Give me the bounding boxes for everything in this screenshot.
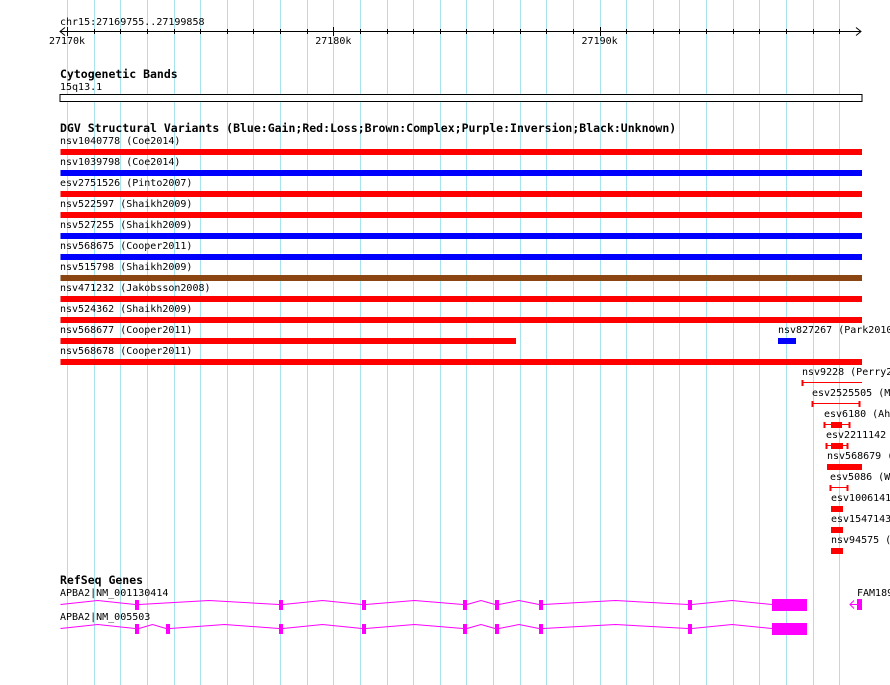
variant-label[interactable]: nsv568675 (Cooper2011) xyxy=(60,241,192,252)
gene-exon[interactable] xyxy=(135,624,140,634)
variant-label[interactable]: esv1547143 xyxy=(831,514,890,525)
variant-bar[interactable] xyxy=(831,527,843,533)
gene-exon[interactable] xyxy=(278,600,283,610)
variant-label[interactable]: nsv568679 ( xyxy=(827,451,890,462)
variant-label[interactable]: esv5086 (W xyxy=(830,472,890,483)
gene-exon[interactable] xyxy=(135,600,140,610)
gene-exon[interactable] xyxy=(166,624,171,634)
variant-label[interactable]: esv2525505 (Mc xyxy=(812,388,890,399)
gene-label[interactable]: APBA2|NM_001130414 xyxy=(60,588,168,599)
variant-label[interactable]: nsv9228 (Perry2 xyxy=(802,367,890,378)
variant-label[interactable]: nsv94575 ( xyxy=(831,535,890,546)
ruler-label: 27190k xyxy=(582,36,618,47)
variant-label[interactable]: nsv1040778 (Coe2014) xyxy=(60,136,180,147)
variant-label[interactable]: nsv471232 (Jakobsson2008) xyxy=(60,283,211,294)
gene-label[interactable]: FAM189 xyxy=(857,588,890,599)
variant-bar[interactable] xyxy=(777,338,796,344)
variant-label[interactable]: nsv827267 (Park2010 xyxy=(778,325,890,336)
variant-thick-block[interactable] xyxy=(831,443,843,449)
variant-label[interactable]: nsv568678 (Cooper2011) xyxy=(60,346,192,357)
gene-exon[interactable] xyxy=(278,624,283,634)
variant-bar[interactable] xyxy=(60,296,863,302)
variant-bar[interactable] xyxy=(831,548,843,554)
dgv-track-title: DGV Structural Variants (Blue:Gain;Red:L… xyxy=(60,121,676,135)
ruler-label: 27180k xyxy=(315,36,351,47)
cytoband-track-title: Cytogenetic Bands xyxy=(60,67,178,81)
variant-bar[interactable] xyxy=(60,191,863,197)
variant-bar[interactable] xyxy=(827,464,862,470)
refseq-track-title: RefSeq Genes xyxy=(60,573,143,587)
variant-bar[interactable] xyxy=(60,338,517,344)
variant-thick-block[interactable] xyxy=(831,422,843,428)
gene-label[interactable]: APBA2|NM_005503 xyxy=(60,612,150,623)
gene-exon[interactable] xyxy=(362,600,367,610)
variant-label[interactable]: esv2211142 xyxy=(826,430,886,441)
variant-bar[interactable] xyxy=(60,359,863,365)
cytoband-bar[interactable] xyxy=(59,94,863,102)
gene-exon[interactable] xyxy=(539,624,544,634)
variant-bar[interactable] xyxy=(60,212,863,218)
gene-exon[interactable] xyxy=(494,624,499,634)
gene-exon[interactable] xyxy=(463,624,468,634)
gene-exon[interactable] xyxy=(494,600,499,610)
variant-bar[interactable] xyxy=(831,506,843,512)
variant-bar[interactable] xyxy=(60,170,863,176)
gene-exon[interactable] xyxy=(688,600,693,610)
strand-arrow-icon xyxy=(849,600,857,609)
gene-exon[interactable] xyxy=(772,623,808,635)
gene-exon[interactable] xyxy=(688,624,693,634)
variant-label[interactable]: nsv524362 (Shaikh2009) xyxy=(60,304,192,315)
variant-label[interactable]: nsv568677 (Cooper2011) xyxy=(60,325,192,336)
gene-exon[interactable] xyxy=(857,599,862,610)
gene-exon[interactable] xyxy=(463,600,468,610)
variant-label[interactable]: esv2751526 (Pinto2007) xyxy=(60,178,192,189)
variant-bar[interactable] xyxy=(60,233,863,239)
gene-exon[interactable] xyxy=(772,599,808,611)
region-title: chr15:27169755..27199858 xyxy=(60,17,205,28)
variant-label[interactable]: nsv1039798 (Coe2014) xyxy=(60,157,180,168)
variant-label[interactable]: esv6180 (Ah xyxy=(824,409,890,420)
variant-bar[interactable] xyxy=(60,317,863,323)
variant-label[interactable]: esv1006141 xyxy=(831,493,890,504)
cytoband-label: 15q13.1 xyxy=(60,82,102,93)
variant-bar[interactable] xyxy=(60,275,863,281)
gene-intron-line xyxy=(60,599,773,605)
gene-exon[interactable] xyxy=(362,624,367,634)
variant-bar[interactable] xyxy=(60,149,863,155)
variant-label[interactable]: nsv515798 (Shaikh2009) xyxy=(60,262,192,273)
gene-exon[interactable] xyxy=(539,600,544,610)
variant-label[interactable]: nsv527255 (Shaikh2009) xyxy=(60,220,192,231)
genome-browser-canvas: chr15:27169755..27199858 27170k 27180k 2719… xyxy=(49,0,890,685)
variant-bar[interactable] xyxy=(60,254,863,260)
ruler-label: 27170k xyxy=(49,36,85,47)
variant-label[interactable]: nsv522597 (Shaikh2009) xyxy=(60,199,192,210)
